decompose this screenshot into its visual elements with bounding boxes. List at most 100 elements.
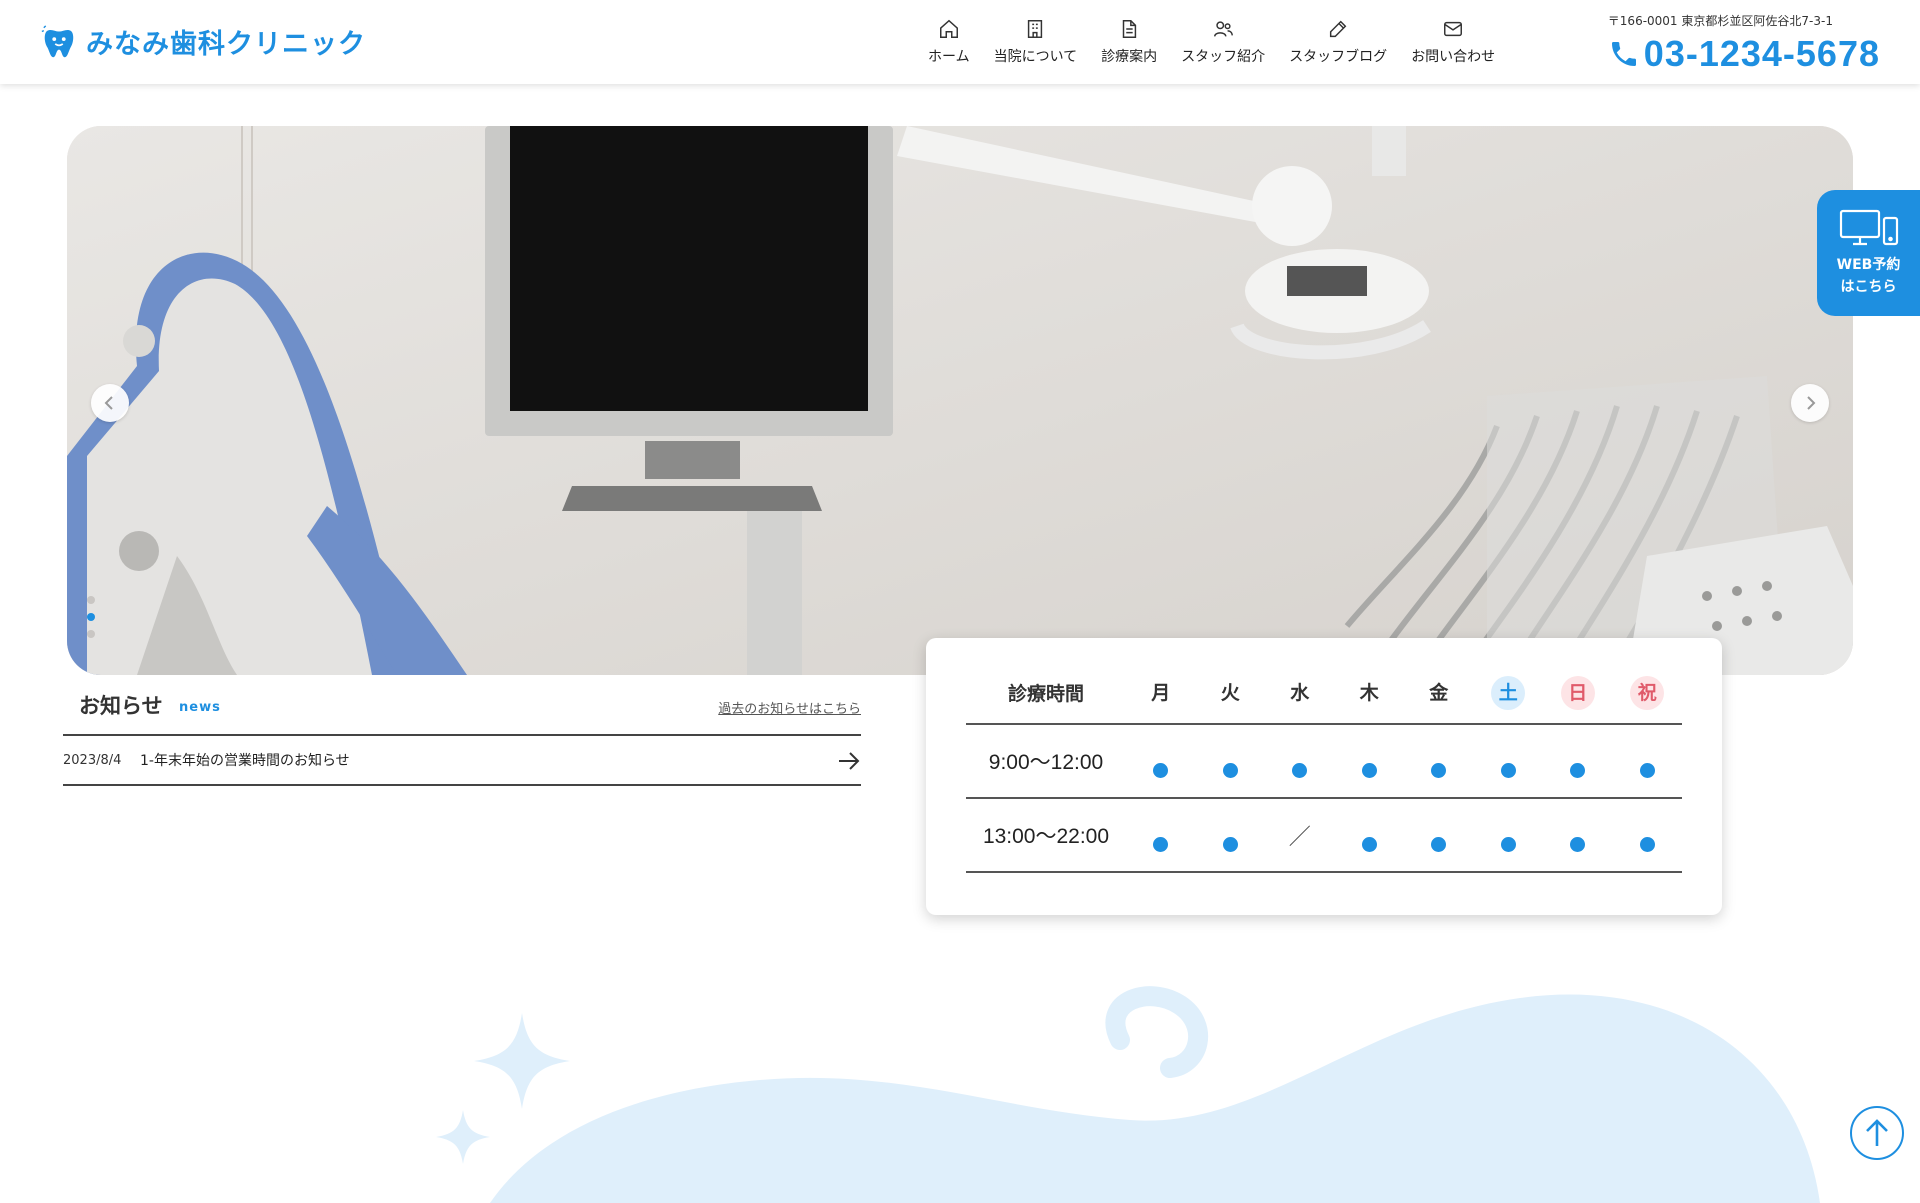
open-mark: ● <box>1431 763 1447 778</box>
hours-cell: ● <box>1473 724 1543 799</box>
open-mark: ● <box>1500 837 1516 852</box>
hours-cell: ● <box>1612 798 1682 873</box>
hours-cell: ● <box>1334 798 1404 873</box>
news-text: 1-年末年始の営業時間のお知らせ <box>140 753 350 769</box>
hours-card: 診療時間 月 火 水 木 金 土 日 祝 9:00〜12:00 ● ● ● ● … <box>926 638 1722 915</box>
day-label: 日 <box>1560 675 1595 710</box>
nav-item-contact[interactable]: お問い合わせ <box>1399 18 1507 66</box>
hours-cell: ● <box>1543 724 1613 799</box>
slider-next-button[interactable] <box>1791 384 1829 422</box>
day-sun: 日 <box>1543 662 1613 725</box>
devices-icon <box>1839 209 1898 245</box>
phone-icon <box>1611 42 1636 66</box>
news-subtitle: news <box>179 700 221 715</box>
open-mark: ● <box>1639 763 1655 778</box>
news-header: お知らせ news 過去のお知らせはこちら <box>63 690 861 734</box>
day-thu: 木 <box>1334 662 1404 725</box>
nav-label: 当院について <box>993 49 1078 65</box>
back-to-top-button[interactable] <box>1850 1106 1904 1160</box>
open-mark: ● <box>1570 837 1586 852</box>
reserve-label: WEB予約 はこちら <box>1837 254 1901 299</box>
site-header: みなみ歯科クリニック ホーム 当院について 診療案内 スタッフ紹介 スタッフブロ… <box>0 0 1920 84</box>
hours-row-morning: 9:00〜12:00 ● ● ● ● ● ● ● ● <box>966 724 1682 799</box>
hours-table: 診療時間 月 火 水 木 金 土 日 祝 9:00〜12:00 ● ● ● ● … <box>966 662 1682 873</box>
nav-label: ホーム <box>928 49 970 65</box>
header-contact: 〒166-0001 東京都杉並区阿佐谷北7-3-1 03-1234-5678 <box>1608 12 1880 75</box>
open-mark: ● <box>1500 763 1516 778</box>
slider-dot-active[interactable] <box>87 613 95 621</box>
hours-cell: ● <box>1126 724 1196 799</box>
building-icon <box>1028 20 1043 38</box>
nav-item-services[interactable]: 診療案内 <box>1089 18 1169 66</box>
slider-prev-button[interactable] <box>91 384 129 422</box>
hours-cell: ● <box>1473 798 1543 873</box>
nav-label: スタッフ紹介 <box>1181 49 1266 65</box>
open-mark: ● <box>1639 837 1655 852</box>
news-date: 2023/8/4 <box>63 752 122 768</box>
open-mark: ● <box>1361 763 1377 778</box>
logo-text: みなみ歯科クリニック <box>86 29 366 60</box>
hours-cell: ● <box>1265 724 1335 799</box>
phone-number: 03-1234-5678 <box>1643 33 1880 74</box>
hours-time: 9:00〜12:00 <box>966 724 1126 799</box>
mail-icon <box>1444 21 1463 37</box>
open-mark: ● <box>1153 837 1169 852</box>
hours-cell: ● <box>1334 724 1404 799</box>
home-icon <box>939 19 958 38</box>
arrow-right-icon <box>839 752 860 770</box>
hours-time: 13:00〜22:00 <box>966 798 1126 873</box>
news-title: お知らせ <box>79 694 163 718</box>
nav-label: お問い合わせ <box>1411 49 1496 65</box>
day-label: 木 <box>1359 681 1379 704</box>
hours-row-afternoon: 13:00〜22:00 ● ● ／ ● ● ● ● ● <box>966 798 1682 873</box>
phone-link[interactable]: 03-1234-5678 <box>1608 33 1880 75</box>
hours-cell: ● <box>1195 724 1265 799</box>
day-label: 金 <box>1429 681 1449 704</box>
slider-dot[interactable] <box>87 596 95 604</box>
hours-cell: ／ <box>1265 798 1335 873</box>
news-section: お知らせ news 過去のお知らせはこちら 2023/8/4 1-年末年始の営業… <box>63 690 861 786</box>
closed-mark: ／ <box>1288 825 1311 850</box>
chevron-right-icon <box>1807 396 1816 410</box>
open-mark: ● <box>1153 763 1169 778</box>
nav-label: 診療案内 <box>1101 49 1158 65</box>
day-label: 祝 <box>1630 675 1665 710</box>
hours-cell: ● <box>1195 798 1265 873</box>
hours-header-row: 診療時間 月 火 水 木 金 土 日 祝 <box>966 662 1682 725</box>
day-label: 月 <box>1151 681 1171 704</box>
reserve-line1: WEB予約 <box>1836 256 1901 273</box>
reserve-line2: はこちら <box>1840 279 1897 295</box>
document-icon <box>1122 20 1137 38</box>
news-item[interactable]: 2023/8/4 1-年末年始の営業時間のお知らせ <box>63 736 861 786</box>
hours-cell: ● <box>1543 798 1613 873</box>
pencil-icon <box>1330 20 1347 38</box>
nav-item-blog[interactable]: スタッフブログ <box>1277 18 1399 66</box>
nav-label: スタッフブログ <box>1289 49 1388 65</box>
people-icon <box>1214 21 1234 37</box>
site-logo[interactable]: みなみ歯科クリニック <box>40 22 366 61</box>
open-mark: ● <box>1361 837 1377 852</box>
day-mon: 月 <box>1126 662 1196 725</box>
open-mark: ● <box>1292 763 1308 778</box>
news-archive-link[interactable]: 過去のお知らせはこちら <box>718 698 861 717</box>
open-mark: ● <box>1222 837 1238 852</box>
day-sat: 土 <box>1473 662 1543 725</box>
day-label: 火 <box>1220 681 1240 704</box>
day-label: 土 <box>1491 675 1526 710</box>
day-holiday: 祝 <box>1612 662 1682 725</box>
nav-item-staff[interactable]: スタッフ紹介 <box>1169 18 1277 66</box>
hours-cell: ● <box>1126 798 1196 873</box>
day-wed: 水 <box>1265 662 1335 725</box>
day-label: 水 <box>1290 681 1310 704</box>
chevron-left-icon <box>104 396 113 410</box>
nav-item-about[interactable]: 当院について <box>982 18 1090 66</box>
nav-item-home[interactable]: ホーム <box>916 18 982 66</box>
open-mark: ● <box>1431 837 1447 852</box>
open-mark: ● <box>1570 763 1586 778</box>
slider-dot[interactable] <box>87 630 95 638</box>
web-reserve-button[interactable]: WEB予約 はこちら <box>1817 190 1920 316</box>
hours-cell: ● <box>1404 798 1474 873</box>
main-nav: ホーム 当院について 診療案内 スタッフ紹介 スタッフブログ お問い合わせ <box>916 18 1507 66</box>
wave-decoration <box>436 986 1820 1203</box>
arrow-up-icon <box>1866 1119 1888 1146</box>
